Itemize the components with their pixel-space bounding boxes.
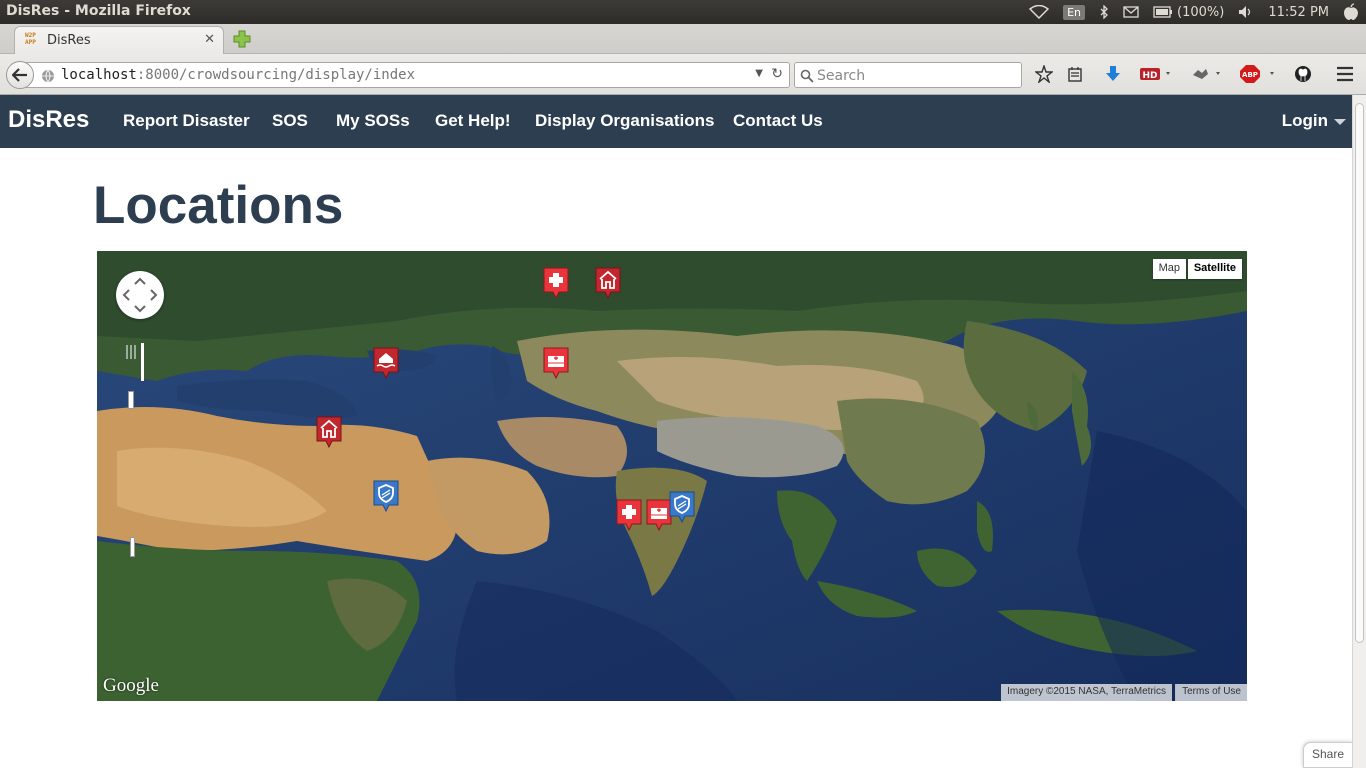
- marker-hospital[interactable]: [616, 499, 642, 532]
- marker-shelter[interactable]: [316, 416, 342, 449]
- zoom-out-handle[interactable]: [130, 537, 135, 557]
- satellite-imagery: [97, 251, 1247, 701]
- battery-icon[interactable]: (100%): [1153, 0, 1224, 24]
- url-path: :8000/crowdsourcing/display/index: [136, 67, 416, 83]
- clock[interactable]: 11:52 PM: [1268, 0, 1329, 24]
- adblock-icon[interactable]: ABP: [1240, 63, 1280, 85]
- volume-icon[interactable]: [1238, 0, 1254, 24]
- url-bar[interactable]: localhost:8000/crowdsourcing/display/ind…: [26, 62, 790, 88]
- reading-list-icon[interactable]: [1064, 63, 1086, 85]
- zoom-slider-track[interactable]: [141, 343, 144, 381]
- back-button[interactable]: [6, 61, 34, 89]
- share-button[interactable]: Share: [1303, 742, 1352, 768]
- reload-icon[interactable]: ↻: [771, 66, 783, 82]
- svg-text:HD: HD: [1142, 71, 1157, 81]
- marker-police[interactable]: [373, 480, 399, 513]
- tab-label: DisRes: [47, 33, 91, 48]
- pan-arrows-icon: [122, 277, 158, 313]
- search-box[interactable]: [794, 62, 1022, 88]
- nav-sos[interactable]: SOS: [272, 111, 308, 131]
- caret-down-icon: [1334, 118, 1346, 125]
- zoom-slider-handle[interactable]: [128, 391, 134, 409]
- map-canvas[interactable]: Map Satellite Google Imagery ©2015 NASA,…: [97, 251, 1247, 701]
- marker-hospital[interactable]: [543, 267, 569, 300]
- page-viewport: DisRes Report Disaster SOS My SOSs Get H…: [0, 95, 1352, 768]
- search-input[interactable]: [817, 66, 1017, 85]
- google-logo[interactable]: Google: [103, 675, 159, 697]
- extension-icon[interactable]: [1190, 63, 1224, 85]
- apple-icon[interactable]: [1343, 0, 1359, 24]
- marker-shelter[interactable]: [595, 267, 621, 300]
- pan-control[interactable]: [116, 271, 164, 319]
- page-scrollbar[interactable]: [1352, 95, 1366, 768]
- globe-icon: [41, 68, 55, 83]
- system-tray: En (100%) 11:52 PM: [1022, 0, 1366, 24]
- browser-toolbar: localhost:8000/crowdsourcing/display/ind…: [0, 54, 1366, 95]
- battery-percentage: (100%): [1177, 4, 1225, 20]
- bluetooth-icon[interactable]: [1099, 0, 1109, 24]
- site-navbar: DisRes Report Disaster SOS My SOSs Get H…: [0, 95, 1352, 148]
- nav-report-disaster[interactable]: Report Disaster: [123, 111, 250, 131]
- download-icon[interactable]: [1102, 63, 1124, 85]
- window-title: DisRes - Mozilla Firefox: [6, 3, 191, 19]
- brand-logo[interactable]: DisRes: [8, 106, 89, 134]
- login-label: Login: [1281, 111, 1328, 130]
- nav-contact-us[interactable]: Contact Us: [733, 111, 823, 131]
- terms-of-use-link[interactable]: Terms of Use: [1175, 684, 1247, 701]
- new-tab-icon[interactable]: [233, 30, 251, 48]
- map-attribution: Imagery ©2015 NASA, TerraMetrics: [1001, 684, 1172, 701]
- back-arrow-icon: [12, 68, 27, 82]
- close-tab-icon[interactable]: ✕: [204, 32, 215, 47]
- map-type-satellite-button[interactable]: Satellite: [1187, 259, 1242, 279]
- nav-get-help[interactable]: Get Help!: [435, 111, 511, 131]
- marker-clinic[interactable]: [543, 347, 569, 380]
- history-dropdown-icon[interactable]: ▼: [755, 68, 763, 79]
- login-dropdown[interactable]: Login: [1282, 111, 1346, 131]
- language-label: En: [1063, 4, 1086, 20]
- page-title: Locations: [93, 176, 344, 235]
- menu-icon[interactable]: [1334, 63, 1356, 85]
- map-type-map-button[interactable]: Map: [1152, 259, 1186, 279]
- svg-text:ABP: ABP: [1242, 71, 1258, 79]
- nav-my-soss[interactable]: My SOSs: [336, 111, 410, 131]
- marker-police[interactable]: [669, 491, 695, 524]
- url-text: localhost:8000/crowdsourcing/display/ind…: [61, 67, 415, 83]
- clock-label: 11:52 PM: [1268, 4, 1329, 20]
- language-indicator[interactable]: En: [1063, 0, 1086, 24]
- search-icon: [800, 68, 814, 83]
- scrollbar-thumb[interactable]: [1355, 103, 1364, 643]
- nav-display-organisations[interactable]: Display Organisations: [535, 111, 715, 131]
- github-icon[interactable]: [1292, 63, 1314, 85]
- browser-tab-strip: W2P APP DisRes ✕: [0, 24, 1366, 54]
- zoom-scale-icon: [125, 343, 139, 364]
- hd-icon[interactable]: HD: [1140, 63, 1174, 85]
- tab-disres[interactable]: W2P APP DisRes ✕: [14, 26, 224, 54]
- web2py-favicon-icon: W2P APP: [25, 32, 36, 46]
- wifi-icon[interactable]: [1029, 0, 1050, 24]
- os-title-bar: DisRes - Mozilla Firefox En (100%) 11:52…: [0, 0, 1366, 24]
- bookmark-star-icon[interactable]: [1033, 63, 1055, 85]
- mail-icon[interactable]: [1123, 0, 1139, 24]
- url-host: localhost: [61, 67, 137, 83]
- marker-flood[interactable]: [373, 347, 399, 380]
